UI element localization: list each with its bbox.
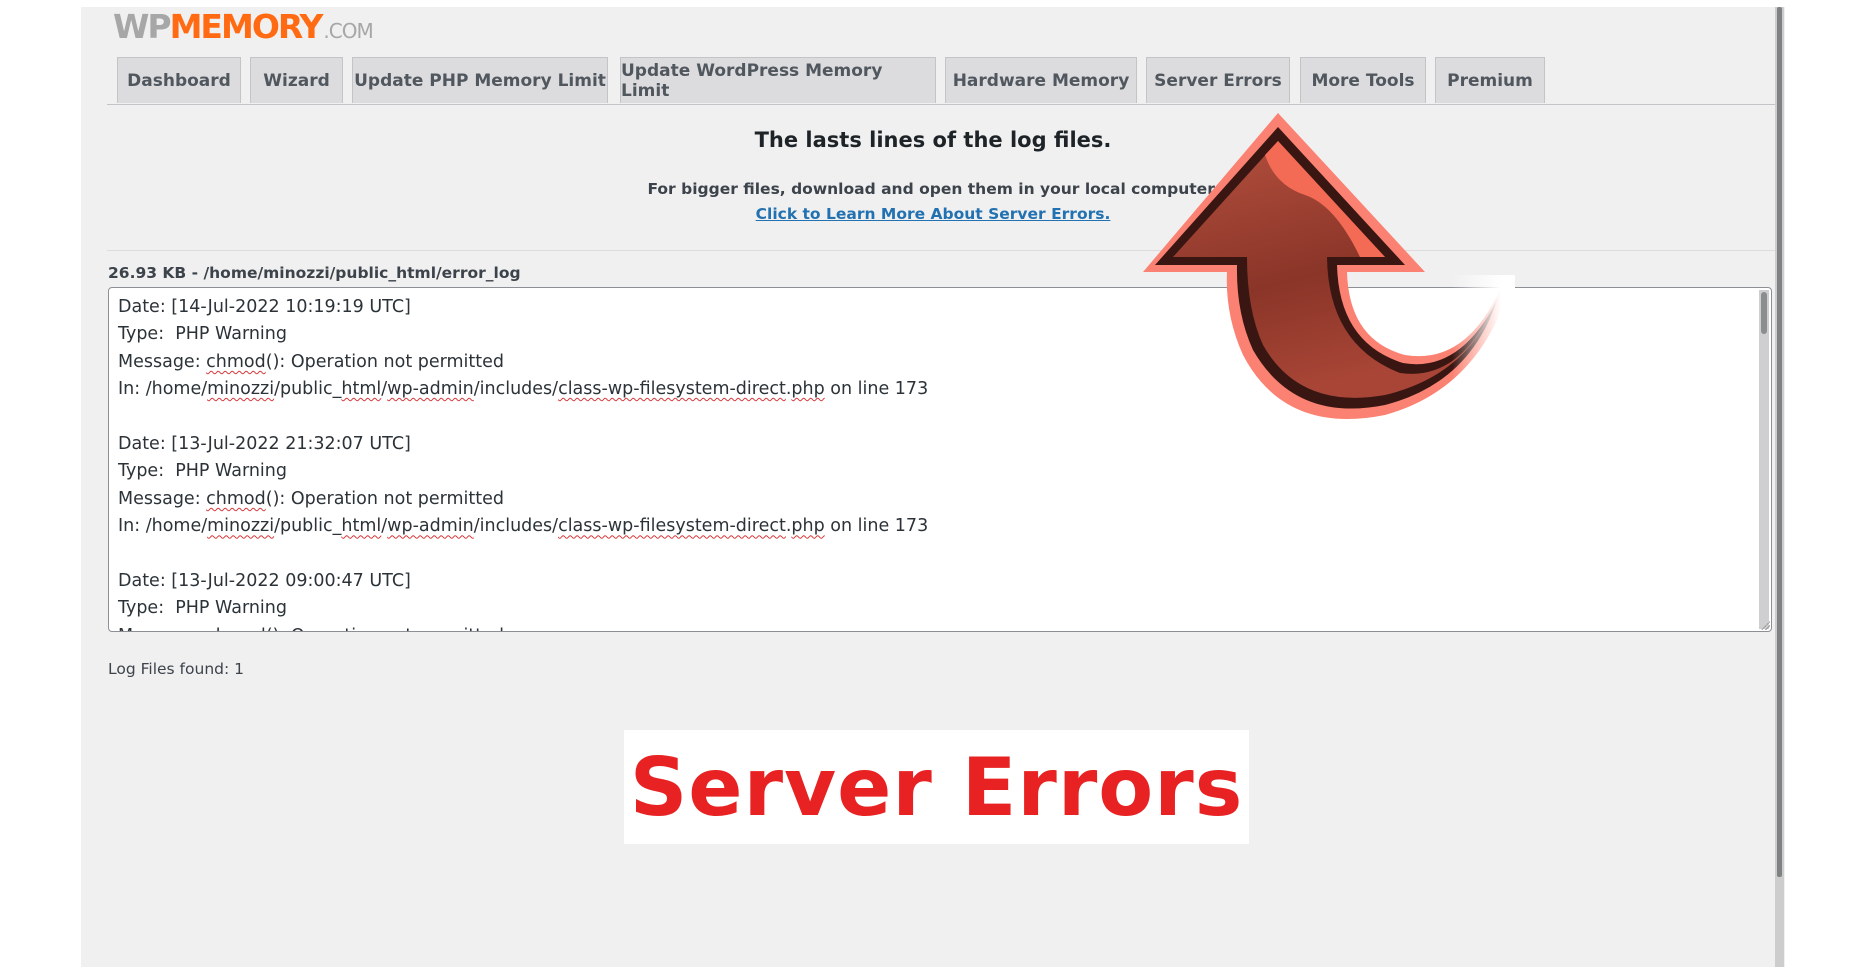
- log-message: Message: chmod(): Operation not permitte…: [118, 488, 505, 509]
- log-type: Type: PHP Warning: [118, 324, 287, 345]
- learn-more-wrapper: Click to Learn More About Server Errors.: [81, 205, 1785, 223]
- learn-more-link[interactable]: Click to Learn More About Server Errors.: [756, 205, 1111, 223]
- log-scrollbar[interactable]: [1759, 290, 1769, 629]
- log-content: Date: [14-Jul-2022 10:19:19 UTC] Type: PH…: [118, 294, 929, 631]
- tab-wizard[interactable]: Wizard: [250, 57, 343, 103]
- tab-update-wordpress-memory-limit[interactable]: Update WordPress Memory Limit: [620, 57, 936, 103]
- tab-premium[interactable]: Premium: [1435, 57, 1545, 103]
- log-files-found: Log Files found: 1: [108, 660, 244, 678]
- banner-text: Server Errors: [629, 740, 1244, 834]
- section-divider: [107, 250, 1780, 251]
- page-scrollbar-thumb[interactable]: [1777, 7, 1782, 877]
- server-errors-banner: Server Errors: [624, 730, 1249, 844]
- log-file: In: /home/minozzi/public_html/wp-admin/i…: [118, 379, 929, 400]
- log-file: In: /home/minozzi/public_html/wp-admin/i…: [118, 516, 929, 537]
- download-hint: For bigger files, download and open them…: [647, 180, 1219, 198]
- tab-bar-divider: [107, 104, 1780, 105]
- log-date: Date: [13-Jul-2022 09:00:47 UTC]: [118, 571, 411, 592]
- logo-com: .COM: [323, 19, 373, 43]
- log-date: Date: [13-Jul-2022 21:32:07 UTC]: [118, 434, 411, 455]
- page-scrollbar[interactable]: [1775, 7, 1784, 967]
- tab-dashboard[interactable]: Dashboard: [117, 57, 241, 103]
- log-type: Type: PHP Warning: [118, 598, 287, 619]
- log-file-label: 26.93 KB - /home/minozzi/public_html/err…: [108, 264, 521, 282]
- logo-memory: MEMORY: [169, 7, 324, 46]
- page-heading: The lasts lines of the log files.: [754, 128, 1112, 152]
- log-date: Date: [14-Jul-2022 10:19:19 UTC]: [118, 297, 411, 317]
- tab-update-php-memory-limit[interactable]: Update PHP Memory Limit: [352, 57, 608, 103]
- resize-handle-icon[interactable]: [1761, 621, 1770, 630]
- tab-server-errors[interactable]: Server Errors: [1146, 57, 1290, 103]
- log-message: Message: chmod(): Operation not permitte…: [118, 623, 928, 631]
- log-scrollbar-thumb[interactable]: [1761, 292, 1767, 334]
- tab-hardware-memory[interactable]: Hardware Memory: [945, 57, 1137, 103]
- logo-wp: WP: [113, 7, 172, 46]
- log-textarea[interactable]: Date: [14-Jul-2022 10:19:19 UTC] Type: PH…: [108, 287, 1772, 632]
- tab-more-tools[interactable]: More Tools: [1300, 57, 1426, 103]
- log-message: Message: chmod(): Operation not permitte…: [118, 351, 505, 372]
- log-type: Type: PHP Warning: [118, 461, 287, 482]
- wpmemory-logo[interactable]: WP MEMORY .COM: [113, 7, 374, 46]
